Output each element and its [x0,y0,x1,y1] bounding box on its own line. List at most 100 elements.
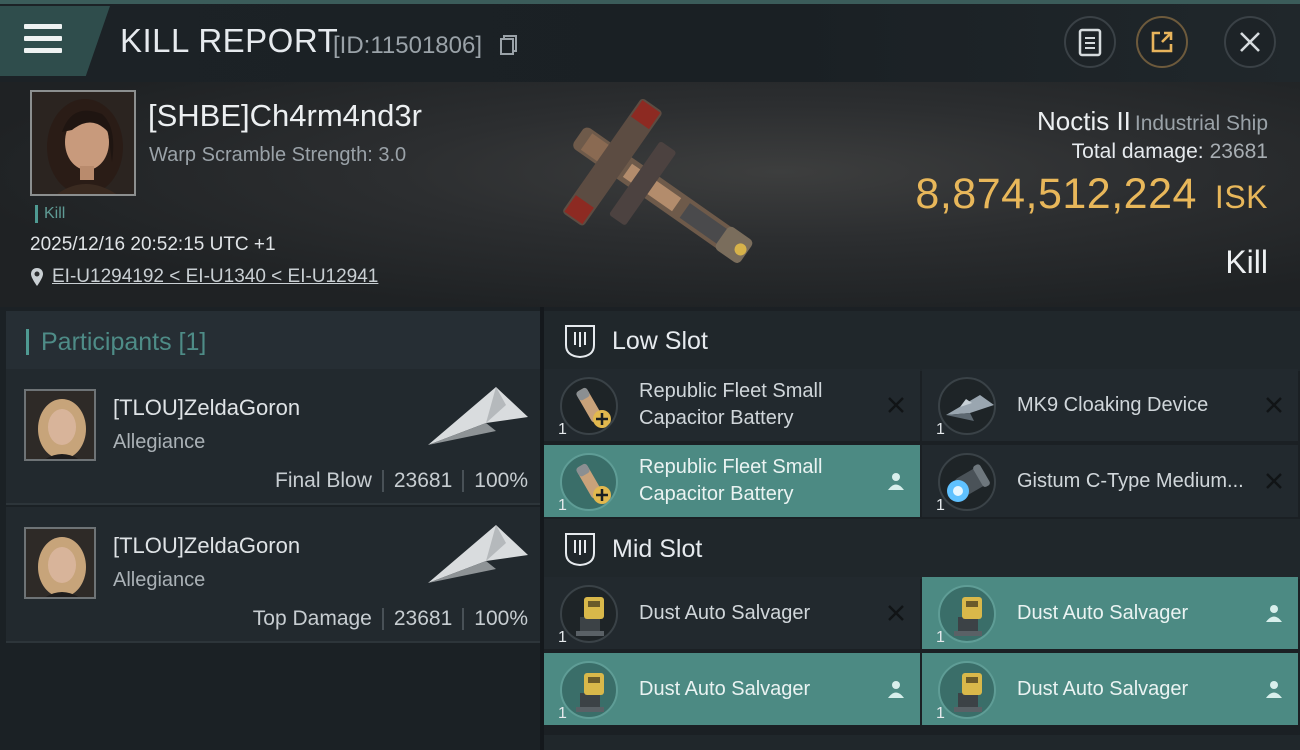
capacitor-battery-icon [560,377,618,435]
stats-divider [381,608,384,630]
participants-title: Participants [1] [41,327,207,356]
participant-ship-icon [428,387,528,445]
stats-divider [381,470,384,492]
stats-divider [462,470,465,492]
participant-role: Final Blow [275,469,372,492]
header-accent-bar [26,329,29,355]
isk-value-line: 8,874,512,224 ISK [915,170,1268,219]
top-accent-line [0,0,1300,4]
total-damage: Total damage: 23681 [1072,140,1268,164]
person-icon [888,681,904,698]
close-icon [1240,32,1260,52]
module-quantity: 1 [936,705,945,722]
participant-name: [TLOU]ZeldaGoron [113,533,301,558]
destroyed-icon [888,605,904,621]
isk-value: 8,874,512,224 [915,170,1197,218]
total-damage-value: 23681 [1209,140,1268,163]
module-quantity: 1 [936,497,945,514]
participant-role: Top Damage [252,607,372,630]
share-button[interactable] [1136,16,1188,68]
participant-name: [TLOU]ZeldaGoron [113,395,301,420]
salvager-icon [938,661,996,719]
low-slot-header: Low Slot [544,311,1300,371]
module-quantity: 1 [936,629,945,646]
location-breadcrumb[interactable]: EI-U1294192 < EI-U1340 < EI-U12941 [30,266,378,288]
victim-name[interactable]: [SHBE]Ch4rm4nd3r [148,98,422,134]
participant-ship-icon [428,525,528,583]
module-quantity: 1 [558,629,567,646]
portrait-icon [26,529,94,597]
mid-slot-title: Mid Slot [612,534,703,563]
salvager-icon [938,585,996,643]
participant-avatar[interactable] [24,527,96,599]
module-slot[interactable]: 1 MK9 Cloaking Device [922,369,1298,441]
report-id: [ID:11501806] [333,32,483,59]
warp-scramble-strength: Warp Scramble Strength: 3.0 [149,144,407,166]
participant-corp: Allegiance [113,569,206,591]
share-icon [1151,31,1173,53]
module-name: MK9 Cloaking Device [1017,393,1209,416]
clipboard-icon [1078,28,1102,57]
module-name: Dust Auto Salvager [639,677,811,700]
participants-panel: Participants [1] [TLOU]ZeldaGoron Allegi… [0,307,540,750]
module-name: Dust Auto Salvager [1017,601,1189,624]
fittings-panel: Low Slot 1 Republic Fleet Small Capacito… [544,307,1300,750]
participants-header[interactable]: Participants [1] [6,311,540,373]
module-name: Dust Auto Salvager [1017,677,1189,700]
isk-unit: ISK [1214,179,1268,215]
close-button[interactable] [1224,16,1276,68]
module-slot[interactable]: 1 Republic Fleet Small Capacitor Battery [544,445,920,517]
destroyed-icon [1266,397,1282,413]
participant-stats: Top Damage 23681 100% [253,607,528,631]
cloaking-device-icon [938,377,996,435]
location-text[interactable]: EI-U1294192 < EI-U1340 < EI-U12941 [52,266,378,288]
destroyed-icon [888,397,904,413]
low-slot-icon [565,325,595,359]
kill-datetime: 2025/12/16 20:52:15 UTC +1 [30,234,276,255]
module-quantity: 1 [558,705,567,722]
module-name: Republic Fleet Small Capacitor Battery [639,456,823,505]
salvager-icon [560,585,618,643]
stats-divider [462,608,465,630]
kill-tag: Kill [35,205,65,223]
participant-percent: 100% [474,607,528,630]
next-section-header [544,735,1300,750]
destroyed-icon [1266,473,1282,489]
copy-icon[interactable] [500,35,518,55]
module-name: Gistum C-Type Medium... [1017,469,1244,492]
participant-corp: Allegiance [113,431,206,453]
portrait-icon [32,92,134,194]
total-damage-label: Total damage: [1071,140,1204,163]
ship-name[interactable]: Noctis II [1037,106,1131,136]
person-icon [1266,605,1282,622]
person-icon [888,473,904,490]
participant-card[interactable]: [TLOU]ZeldaGoron Allegiance Final Blow 2… [6,369,540,505]
portrait-icon [26,391,94,459]
person-icon [1266,681,1282,698]
module-quantity: 1 [558,497,567,514]
top-bar: KILL REPORT [ID:11501806] [0,0,1300,82]
participant-card[interactable]: [TLOU]ZeldaGoron Allegiance Top Damage 2… [6,507,540,643]
participant-avatar[interactable] [24,389,96,461]
participant-damage: 23681 [393,469,453,492]
low-slot-title: Low Slot [612,326,708,355]
module-slot[interactable]: 1 Republic Fleet Small Capacitor Battery [544,369,920,441]
module-slot[interactable]: 1 Dust Auto Salvager [922,577,1298,649]
module-name: Republic Fleet Small Capacitor Battery [639,380,823,429]
gistum-booster-icon [938,453,996,511]
module-name: Dust Auto Salvager [639,601,811,624]
ship-name-line: Noctis II Industrial Ship [1037,106,1268,137]
ship-class: Industrial Ship [1134,112,1268,135]
victim-avatar[interactable] [30,90,136,196]
menu-icon[interactable] [24,22,64,56]
clipboard-button[interactable] [1064,16,1116,68]
location-pin-icon [31,268,43,286]
module-slot[interactable]: 1 Dust Auto Salvager [544,653,920,725]
participant-percent: 100% [474,469,528,492]
module-slot[interactable]: 1 Gistum C-Type Medium... [922,445,1298,517]
result-label: Kill [1225,244,1268,280]
mid-slot-header: Mid Slot [544,519,1300,579]
module-slot[interactable]: 1 Dust Auto Salvager [544,577,920,649]
ship-image [563,98,753,263]
module-slot[interactable]: 1 Dust Auto Salvager [922,653,1298,725]
